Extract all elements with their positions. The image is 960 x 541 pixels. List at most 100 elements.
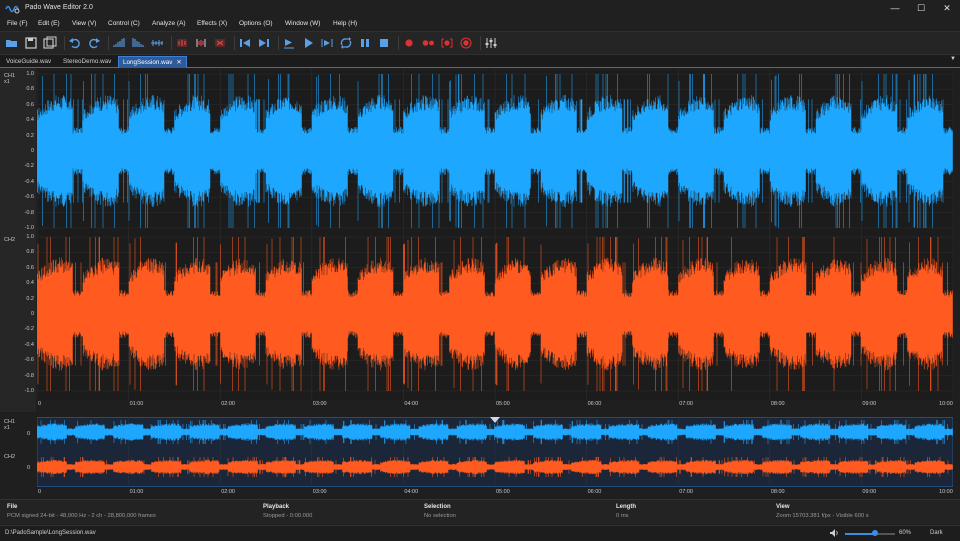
time-tick-label: 08:00 xyxy=(770,401,785,407)
tab-longsession[interactable]: LongSession.wav ✕ xyxy=(118,56,187,68)
toolbar-separator xyxy=(480,36,481,50)
maximize-button[interactable]: ☐ xyxy=(908,0,934,17)
amplitude-tick-label: -1.0 xyxy=(24,388,34,394)
menu-analyze[interactable]: Analyze (A) xyxy=(152,20,186,27)
time-tick-label: 07:00 xyxy=(679,401,693,407)
loop-icon[interactable] xyxy=(339,36,353,50)
overview-time-tick-label: 0 xyxy=(38,489,42,495)
save-all-icon[interactable] xyxy=(43,36,57,50)
time-tick-label: 05:00 xyxy=(496,401,510,407)
window-title: Pado Wave Editor 2.0 xyxy=(25,4,93,11)
overview-ch1-zero: 0 xyxy=(27,431,31,437)
mixer-icon[interactable] xyxy=(484,36,498,50)
record-icon[interactable] xyxy=(402,36,416,50)
time-tick-label: 04:00 xyxy=(404,401,419,407)
status-length-head: Length xyxy=(616,504,636,510)
speaker-icon[interactable] xyxy=(830,529,839,537)
menu-options[interactable]: Options (O) xyxy=(239,20,273,27)
volume-thumb[interactable] xyxy=(872,530,878,536)
play-icon[interactable] xyxy=(301,36,315,50)
time-tick-label: 0 xyxy=(38,401,42,407)
menu-file[interactable]: File (F) xyxy=(7,20,28,27)
volume-fill xyxy=(845,533,875,535)
toolbar-separator xyxy=(64,36,65,50)
overview-ch2-zero: 0 xyxy=(27,465,31,471)
stop-icon[interactable] xyxy=(377,36,391,50)
pause-icon[interactable] xyxy=(358,36,372,50)
time-tick-label: 10:00 xyxy=(939,401,953,407)
time-tick-label: 06:00 xyxy=(587,401,602,407)
status-file-head: File xyxy=(7,504,18,510)
status-length-value: 0 ms xyxy=(616,513,629,519)
menu-help[interactable]: Help (H) xyxy=(333,20,357,27)
overview-time-tick-label: 10:00 xyxy=(939,489,953,495)
record-selection-icon[interactable] xyxy=(440,36,454,50)
close-window-button[interactable]: ✕ xyxy=(934,0,960,17)
amplitude-tick-label: -0.8 xyxy=(24,372,34,379)
overview-panel[interactable]: CH1 x1 0 CH2 0 0 01:00 02:00 03:00 04:00 05:0… xyxy=(0,414,960,498)
title-bar: Pado Wave Editor 2.0 — ☐ ✕ xyxy=(0,0,960,17)
toolbar-separator xyxy=(108,36,109,50)
overview-time-tick-label: 04:00 xyxy=(404,489,419,495)
volume-slider[interactable] xyxy=(845,530,895,536)
record-target-icon[interactable] xyxy=(459,36,473,50)
status-bar: File PCM signed 24-bit - 48,000 Hz - 2 c… xyxy=(0,499,960,524)
amplitude-tick-label: -0.8 xyxy=(24,209,34,216)
amplitude-tick-label: 0.2 xyxy=(26,295,34,302)
status-file-value: PCM signed 24-bit - 48,000 Hz - 2 ch - 2… xyxy=(7,513,156,519)
tab-longsession-label: LongSession.wav xyxy=(123,59,173,66)
file-path: D:\PadoSample\LongSession.wav xyxy=(5,530,96,536)
menu-view[interactable]: View (V) xyxy=(72,20,96,27)
amplitude-tick-label: 0.2 xyxy=(26,132,34,139)
toolbar-separator xyxy=(278,36,279,50)
skip-end-icon[interactable] xyxy=(257,36,271,50)
redo-icon[interactable] xyxy=(87,36,101,50)
menu-effects[interactable]: Effects (X) xyxy=(197,20,227,27)
amplitude-tick-label: 0.4 xyxy=(26,117,34,124)
status-view-value: Zoom 15703.381 f/px - Visible 600 s xyxy=(776,513,869,519)
menu-edit[interactable]: Edit (E) xyxy=(38,20,60,27)
app-logo-icon xyxy=(5,5,20,14)
waveform-view[interactable]: CH1 x1 CH2 1.0 0.8 0.6 0.4 0.2 0 -0.2 -0.4 -0.6-… xyxy=(0,68,960,412)
tab-close-icon[interactable]: ✕ xyxy=(176,59,181,66)
time-tick-label: 03:00 xyxy=(312,401,327,407)
tab-stereodemo[interactable]: StereoDemo.wav xyxy=(59,56,115,67)
overview-ch1-zoom-label: x1 xyxy=(4,425,10,431)
amplitude-tick-label: 0 xyxy=(30,311,34,317)
amplitude-tick-label: 0.6 xyxy=(26,101,34,108)
cut-red-icon[interactable] xyxy=(175,36,189,50)
trim-icon[interactable] xyxy=(194,36,208,50)
overview-ch2-label: CH2 xyxy=(4,454,16,460)
amplitude-tick-label: 0 xyxy=(30,148,34,154)
time-tick-label: 09:00 xyxy=(862,401,877,407)
fade-out-icon[interactable] xyxy=(131,36,145,50)
minimize-button[interactable]: — xyxy=(882,0,908,17)
menu-window[interactable]: Window (W) xyxy=(285,20,320,27)
time-tick-label: 01:00 xyxy=(129,401,144,407)
undo-icon[interactable] xyxy=(68,36,82,50)
bottom-bar: D:\PadoSample\LongSession.wav 60% Dark xyxy=(0,525,960,541)
normalize-icon[interactable] xyxy=(150,36,164,50)
status-playback-value: Stopped - 0:00.000 xyxy=(263,513,313,519)
toolbar-separator xyxy=(171,36,172,50)
amplitude-tick-label: 0.6 xyxy=(26,264,34,271)
play-from-start-icon[interactable] xyxy=(282,36,296,50)
record-append-icon[interactable] xyxy=(421,36,435,50)
amplitude-scale: CH1 x1 CH2 1.0 0.8 0.6 0.4 0.2 0 -0.2 -0.4 -0.6-… xyxy=(0,68,36,412)
skip-start-icon[interactable] xyxy=(238,36,252,50)
tabs-dropdown-icon[interactable]: ▼ xyxy=(950,56,956,62)
waveform-plot[interactable] xyxy=(37,70,953,400)
overview-time-tick-label: 09:00 xyxy=(862,489,877,495)
play-selection-icon[interactable] xyxy=(320,36,334,50)
toolbar xyxy=(0,31,960,55)
menu-bar: File (F) Edit (E) View (V) Control (C) A… xyxy=(0,17,960,31)
tab-strip: VoiceGuide.wav StereoDemo.wav LongSessio… xyxy=(0,55,960,68)
theme-selector[interactable]: Dark xyxy=(930,530,943,536)
tab-voiceguide[interactable]: VoiceGuide.wav xyxy=(2,56,55,67)
open-folder-icon[interactable] xyxy=(5,36,19,50)
menu-control[interactable]: Control (C) xyxy=(108,20,140,27)
overview-plot[interactable] xyxy=(37,417,953,487)
delete-selection-icon[interactable] xyxy=(213,36,227,50)
fade-in-icon[interactable] xyxy=(112,36,126,50)
save-icon[interactable] xyxy=(24,36,38,50)
